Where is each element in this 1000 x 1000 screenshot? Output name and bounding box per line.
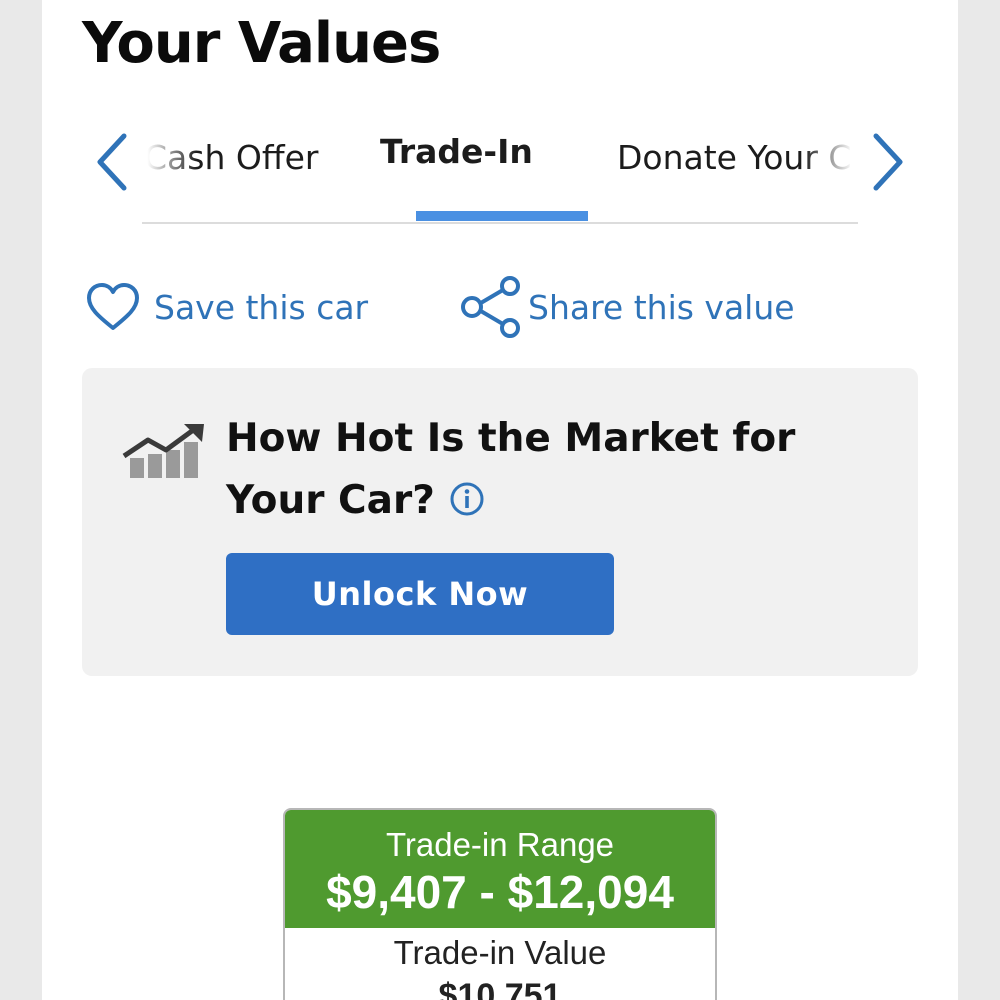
trade-in-range-value: $9,407 - $12,094 — [326, 866, 674, 918]
values-page: Your Values Cash Offer Trade-In Donate Y… — [42, 0, 958, 1000]
save-car-label: Save this car — [154, 287, 369, 327]
share-value-link[interactable]: Share this value — [460, 274, 795, 340]
unlock-now-button[interactable]: Unlock Now — [226, 553, 614, 635]
share-value-label: Share this value — [528, 287, 795, 327]
chevron-left-icon[interactable] — [90, 130, 136, 194]
market-heading-text: How Hot Is the Market for Your Car? — [226, 416, 796, 523]
trade-in-range-header: Trade-in Range $9,407 - $12,094 — [285, 810, 715, 928]
info-icon[interactable] — [449, 481, 485, 517]
active-tab-indicator — [416, 211, 588, 221]
tab-trade-in[interactable]: Trade-In — [380, 132, 533, 171]
tab-donate-your-car[interactable]: Donate Your Car — [617, 138, 858, 177]
tab-cash-offer[interactable]: Cash Offer — [144, 138, 318, 177]
share-icon — [461, 276, 520, 338]
trade-in-range-label: Trade-in Range — [385, 826, 615, 863]
trade-in-value-section: Trade-in Value $10,751 — [285, 928, 715, 1000]
action-links: Save this car Share this value — [82, 274, 918, 344]
tab-track: Cash Offer Trade-In Donate Your Car — [142, 100, 858, 224]
trade-in-value-amount: $10,751 — [438, 977, 562, 1000]
trade-in-summary: Trade-in Range $9,407 - $12,094 Trade-in… — [283, 808, 717, 1000]
save-car-link[interactable]: Save this car — [86, 274, 368, 340]
trending-chart-icon — [122, 424, 204, 478]
market-card: How Hot Is the Market for Your Car? Unlo… — [82, 368, 918, 676]
heart-icon — [87, 283, 139, 330]
chevron-right-icon[interactable] — [864, 130, 910, 194]
market-heading: How Hot Is the Market for Your Car? — [226, 408, 876, 532]
value-tabs: Cash Offer Trade-In Donate Your Car — [82, 100, 918, 225]
trade-in-value-label: Trade-in Value — [393, 934, 607, 971]
page-title: Your Values — [82, 11, 441, 76]
